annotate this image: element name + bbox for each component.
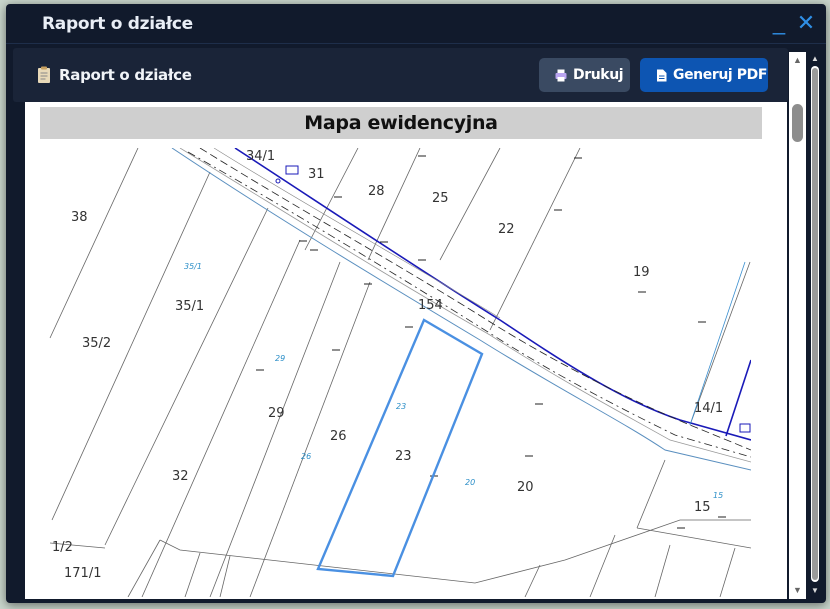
parcel-blue-label: 29 (275, 354, 285, 363)
parcel-label: 154 (418, 298, 443, 313)
window-scrollbar[interactable]: ▲ ▼ (808, 52, 822, 599)
selected-parcel-outline[interactable] (316, 318, 484, 578)
print-button-label: Drukuj (573, 67, 624, 83)
parcel-label: 35/1 (175, 299, 204, 314)
cadastral-map[interactable]: 34/1 31 28 25 22 19 38 35/1 35/2 154 29 … (40, 148, 751, 597)
parcel-label: 32 (172, 469, 189, 484)
document-icon (38, 66, 50, 83)
parcel-label: 14/1 (694, 401, 723, 416)
scroll-down-arrow-icon[interactable]: ▼ (792, 584, 803, 596)
close-button[interactable]: ✕ (793, 10, 819, 36)
parcel-label: 25 (432, 191, 449, 206)
boundary-markers (256, 155, 726, 529)
parcel-blue-label: 23 (396, 402, 406, 411)
minimize-button[interactable]: _ (766, 10, 792, 36)
parcel-labels: 34/1 31 28 25 22 19 38 35/1 35/2 154 29 … (52, 149, 723, 581)
parcel-label: 38 (71, 210, 88, 225)
parcel-label: 19 (633, 265, 650, 280)
map-section-header: Mapa ewidencyjna (40, 107, 762, 139)
window-title: Raport o działce (42, 14, 193, 34)
toolbar-title: Raport o działce (59, 66, 192, 84)
scroll-thumb[interactable] (792, 104, 803, 142)
print-button[interactable]: Drukuj (539, 58, 630, 92)
parcel-label: 23 (395, 449, 412, 464)
parcel-label: 31 (308, 167, 325, 182)
parcel-label: 29 (268, 406, 285, 421)
content-scrollbar[interactable]: ▲ ▼ (789, 52, 806, 599)
scroll-up-arrow-icon[interactable]: ▲ (792, 54, 803, 66)
parcel-label: 35/2 (82, 336, 111, 351)
generate-pdf-button[interactable]: Generuj PDF (640, 58, 768, 92)
report-toolbar: Raport o działce Drukuj Generuj PDF (13, 48, 788, 102)
parcel-label: 20 (517, 480, 534, 495)
parcel-label: 26 (330, 429, 347, 444)
parcel-label: 171/1 (64, 566, 101, 581)
parcel-label: 1/2 (52, 540, 73, 555)
window-titlebar[interactable]: Raport o działce _ ✕ (6, 4, 826, 44)
parcel-label: 34/1 (246, 149, 275, 164)
file-icon (657, 69, 667, 81)
parcel-blue-label: 26 (301, 452, 311, 461)
parcel-label: 15 (694, 500, 711, 515)
road-corridor (171, 148, 751, 471)
window-scroll-down-icon[interactable]: ▼ (810, 586, 820, 596)
parcel-blue-label: 15 (713, 491, 723, 500)
parcel-label: 28 (368, 184, 385, 199)
printer-icon (555, 69, 567, 81)
parcel-blue-labels: 35/1 29 23 26 20 15 (184, 262, 723, 500)
parcel-blue-label: 20 (465, 478, 475, 487)
window-scroll-up-icon[interactable]: ▲ (810, 54, 820, 64)
building-symbols (275, 165, 751, 433)
window-scroll-thumb[interactable] (812, 68, 818, 580)
parcel-blue-label: 35/1 (184, 262, 202, 271)
parcel-label: 22 (498, 222, 515, 237)
generate-pdf-button-label: Generuj PDF (673, 67, 768, 83)
